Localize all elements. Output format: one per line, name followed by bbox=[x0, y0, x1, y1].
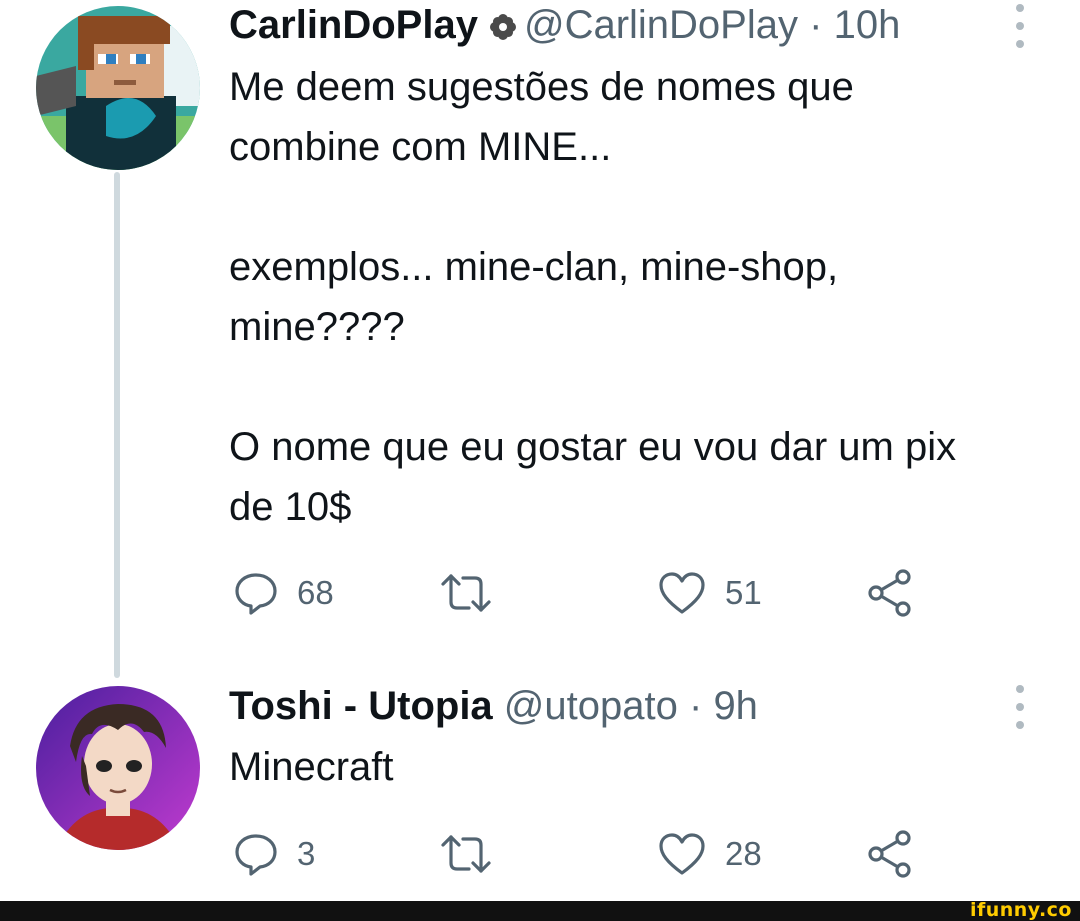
reply-icon bbox=[235, 834, 277, 876]
like-count: 51 bbox=[725, 574, 762, 611]
tweet-actions: 3 28 bbox=[229, 826, 989, 882]
tweet-text: Minecraft bbox=[229, 745, 394, 789]
reply-button[interactable]: 3 bbox=[233, 826, 315, 882]
reply-count: 68 bbox=[297, 574, 334, 611]
share-button[interactable] bbox=[865, 565, 915, 621]
tweet-header: Toshi - Utopia @utopato · 9h bbox=[229, 682, 758, 730]
retweet-icon bbox=[441, 835, 491, 873]
timestamp[interactable]: 9h bbox=[713, 684, 758, 728]
reply-count: 3 bbox=[297, 835, 316, 872]
heart-icon bbox=[659, 833, 705, 875]
thread-connector-line bbox=[114, 172, 120, 678]
tweet-header: CarlinDoPlay @CarlinDoPlay · 10h bbox=[229, 1, 900, 53]
handle[interactable]: @CarlinDoPlay bbox=[524, 3, 798, 47]
heart-icon bbox=[659, 572, 705, 614]
like-count: 28 bbox=[725, 835, 762, 872]
display-name[interactable]: Toshi - Utopia bbox=[229, 684, 493, 728]
tweet-text: Me deem sugestões de nomes que combine c… bbox=[229, 65, 957, 529]
share-icon bbox=[868, 569, 911, 617]
reply-icon bbox=[235, 573, 277, 615]
reply-button[interactable]: 68 bbox=[233, 565, 334, 621]
more-options-icon[interactable] bbox=[1010, 4, 1030, 48]
avatar[interactable] bbox=[36, 6, 200, 170]
retweet-icon bbox=[441, 574, 491, 612]
display-name[interactable]: CarlinDoPlay bbox=[229, 3, 478, 47]
flower-badge-icon bbox=[488, 5, 518, 53]
avatar[interactable] bbox=[36, 686, 200, 850]
like-button[interactable]: 28 bbox=[657, 826, 762, 882]
anime-character-avatar-icon bbox=[36, 686, 200, 850]
timestamp[interactable]: 10h bbox=[834, 3, 901, 47]
watermark-bar: ifunny.co bbox=[0, 899, 1080, 921]
handle[interactable]: @utopato bbox=[504, 684, 678, 728]
share-button[interactable] bbox=[865, 826, 915, 882]
tweet-actions: 68 51 bbox=[229, 565, 989, 621]
retweet-button[interactable] bbox=[437, 826, 513, 882]
minecraft-character-avatar-icon bbox=[36, 6, 200, 170]
share-icon bbox=[868, 830, 911, 878]
separator: · bbox=[809, 3, 823, 47]
retweet-button[interactable] bbox=[437, 565, 513, 621]
more-options-icon[interactable] bbox=[1010, 685, 1030, 729]
separator: · bbox=[688, 684, 703, 728]
like-button[interactable]: 51 bbox=[657, 565, 762, 621]
ifunny-watermark: ifunny.co bbox=[969, 899, 1072, 921]
